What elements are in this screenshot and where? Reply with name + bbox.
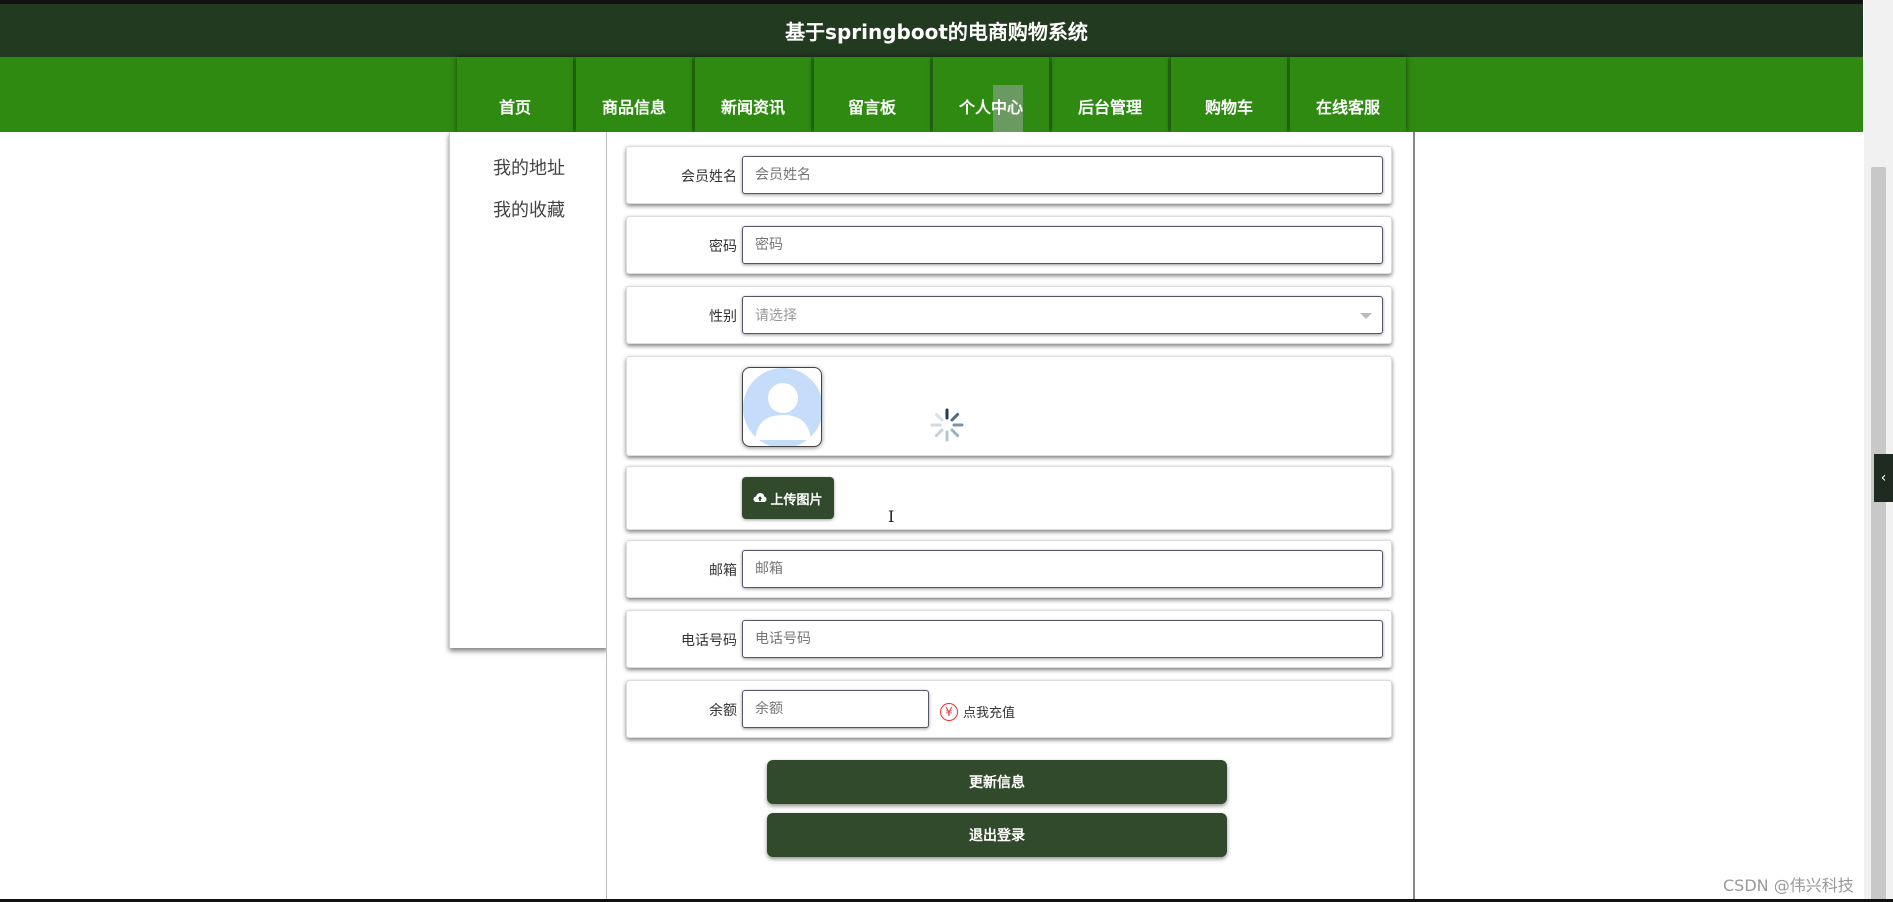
nav-item-messages[interactable]: 留言板 bbox=[814, 57, 930, 132]
user-placeholder-icon bbox=[743, 368, 821, 446]
upload-image-button[interactable]: 上传图片 bbox=[742, 477, 834, 519]
main-nav: 首页 商品信息 新闻资讯 留言板 个人中心 后台管理 购物车 在线客服 bbox=[0, 57, 1863, 132]
form-row-balance: 余额 ¥ 点我充值 bbox=[626, 680, 1392, 738]
site-title: 基于springboot的电商购物系统 bbox=[785, 20, 1088, 44]
cloud-upload-icon bbox=[753, 493, 767, 502]
nav-item-personal-center[interactable]: 个人中心 bbox=[933, 57, 1049, 132]
vertical-scrollbar[interactable] bbox=[1864, 0, 1893, 902]
nav-item-customer-service[interactable]: 在线客服 bbox=[1290, 57, 1406, 132]
sidebar-item-address[interactable]: 我的地址 bbox=[493, 154, 565, 180]
member-name-label: 会员姓名 bbox=[681, 169, 737, 185]
collapse-panel-button[interactable]: ‹ bbox=[1874, 454, 1893, 502]
chevron-left-icon: ‹ bbox=[1880, 470, 1887, 486]
gender-select-placeholder: 请选择 bbox=[755, 308, 797, 324]
gender-label: 性别 bbox=[709, 309, 737, 325]
email-input[interactable] bbox=[742, 550, 1383, 588]
site-header: 基于springboot的电商购物系统 bbox=[0, 0, 1863, 57]
phone-label: 电话号码 bbox=[681, 633, 737, 649]
phone-input[interactable] bbox=[742, 620, 1383, 658]
logout-label: 退出登录 bbox=[969, 828, 1025, 844]
sidebar-item-favorites[interactable]: 我的收藏 bbox=[493, 196, 565, 222]
sidebar: 我的地址 我的收藏 bbox=[449, 132, 608, 648]
update-info-label: 更新信息 bbox=[969, 775, 1025, 791]
form-row-avatar bbox=[626, 356, 1392, 456]
logout-button[interactable]: 退出登录 bbox=[767, 813, 1227, 857]
nav-item-news[interactable]: 新闻资讯 bbox=[695, 57, 811, 132]
form-row-password: 密码 bbox=[626, 216, 1392, 274]
recharge-label: 点我充值 bbox=[963, 706, 1016, 721]
update-info-button[interactable]: 更新信息 bbox=[767, 760, 1227, 804]
avatar-preview[interactable] bbox=[742, 367, 822, 447]
text-cursor-icon: I bbox=[888, 507, 895, 526]
gender-select[interactable]: 请选择 bbox=[742, 296, 1383, 334]
loading-spinner-icon bbox=[930, 408, 964, 442]
form-row-phone: 电话号码 bbox=[626, 610, 1392, 668]
yen-icon: ¥ bbox=[940, 702, 958, 721]
balance-input[interactable] bbox=[742, 690, 929, 728]
recharge-link[interactable]: ¥ 点我充值 bbox=[940, 702, 1015, 721]
nav-item-cart[interactable]: 购物车 bbox=[1171, 57, 1287, 132]
form-row-member-name: 会员姓名 bbox=[626, 146, 1392, 204]
password-input[interactable] bbox=[742, 226, 1383, 264]
balance-label: 余额 bbox=[709, 703, 737, 719]
form-row-gender: 性别 请选择 bbox=[626, 286, 1392, 344]
member-name-input[interactable] bbox=[742, 156, 1383, 194]
upload-image-label: 上传图片 bbox=[770, 492, 823, 508]
profile-form-panel: 会员姓名 密码 性别 请选择 bbox=[606, 132, 1415, 902]
password-label: 密码 bbox=[709, 239, 737, 255]
nav-item-home[interactable]: 首页 bbox=[457, 57, 573, 132]
email-label: 邮箱 bbox=[709, 563, 737, 579]
chevron-down-icon bbox=[1360, 313, 1372, 319]
nav-item-admin[interactable]: 后台管理 bbox=[1052, 57, 1168, 132]
nav-item-products[interactable]: 商品信息 bbox=[576, 57, 692, 132]
form-row-email: 邮箱 bbox=[626, 540, 1392, 598]
scrollbar-thumb[interactable] bbox=[1871, 167, 1886, 902]
form-row-upload: 上传图片 bbox=[626, 466, 1392, 530]
watermark: CSDN @伟兴科技 bbox=[1723, 876, 1854, 895]
